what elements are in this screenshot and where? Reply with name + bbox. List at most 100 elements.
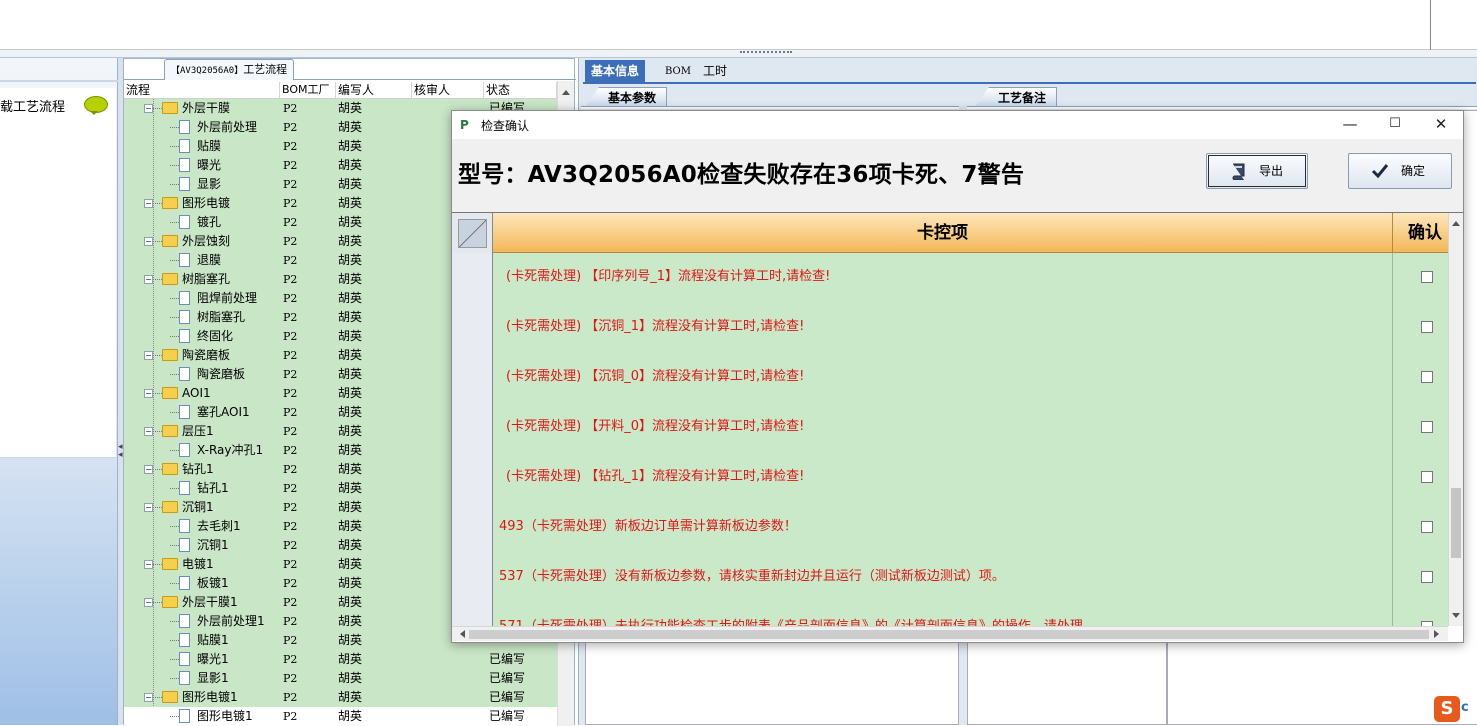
col-flow-header[interactable]: 流程 [124, 82, 280, 98]
tree-row-factory: P2 [283, 292, 298, 305]
tree-row[interactable]: 曝光1 P2 胡英 已编写 [124, 650, 557, 669]
ime-tray[interactable]: S c [1434, 694, 1477, 725]
collapse-toggle[interactable]: − [144, 465, 153, 474]
col-reviewer-header[interactable]: 核审人 [412, 82, 484, 98]
tree-row[interactable]: − 图形电镀1 P2 胡英 已编写 [124, 688, 557, 707]
row-header[interactable] [452, 303, 493, 353]
tree-row-author: 胡英 [338, 158, 363, 172]
tree-row-author: 胡英 [338, 405, 363, 419]
collapse-toggle[interactable]: − [144, 598, 153, 607]
collapse-toggle[interactable]: − [144, 351, 153, 360]
confirm-checkbox[interactable] [1421, 271, 1433, 283]
tree-row[interactable]: 显影1 P2 胡英 已编写 [124, 669, 557, 688]
confirm-checkbox[interactable] [1421, 321, 1433, 333]
collapse-toggle[interactable]: − [144, 199, 153, 208]
tree-row-name: 电镀1 [182, 557, 214, 571]
tree-row-author: 胡英 [338, 557, 363, 571]
tree-row-name: 层压1 [182, 424, 214, 438]
tree-row-author: 胡英 [338, 690, 363, 704]
check-item-row[interactable]: 571（卡死需处理）未执行功能检查工步的附表《产品剖面信息》的《计算剖面信息》的… [452, 603, 1448, 626]
tree-row-name: 终固化 [197, 329, 234, 343]
confirm-checkbox[interactable] [1421, 421, 1433, 433]
check-item-row[interactable]: 493（卡死需处理）新板边订单需计算新板边参数！ [452, 503, 1448, 553]
tree-row-author: 胡英 [338, 443, 363, 457]
col-check-item-header[interactable]: 卡控项 [493, 213, 1393, 253]
check-item-text: 537（卡死需处理）没有新板边参数，请核实重新封边并且运行（测试新板边测试）项。 [493, 553, 1393, 603]
close-button[interactable]: ✕ [1420, 113, 1462, 137]
confirm-cell [1393, 353, 1448, 403]
ime-mode-icon: c [1461, 700, 1469, 715]
row-header[interactable] [452, 453, 493, 503]
select-all-corner[interactable] [452, 213, 493, 253]
check-item-row[interactable]: (卡死需处理) 【沉铜_0】流程没有计算工时,请检查! [452, 353, 1448, 403]
tree-row-factory: P2 [283, 577, 298, 590]
confirm-checkbox[interactable] [1421, 521, 1433, 533]
subtab-basic-params[interactable]: 基本参数 [585, 87, 668, 107]
check-item-text: 493（卡死需处理）新板边订单需计算新板边参数！ [493, 503, 1393, 553]
collapse-toggle[interactable]: − [144, 503, 153, 512]
tree-row-factory: P2 [283, 634, 298, 647]
ok-button[interactable]: 确定 [1348, 153, 1452, 189]
row-header[interactable] [452, 603, 493, 626]
subtab-process-notes[interactable]: 工艺备注 [975, 87, 1058, 107]
document-icon [179, 177, 190, 191]
tree-row-author: 胡英 [338, 633, 363, 647]
confirm-checkbox[interactable] [1421, 371, 1433, 383]
col-confirm-header[interactable]: 确认 [1393, 213, 1448, 253]
left-nav-item[interactable]: 载工艺流程 [0, 88, 116, 458]
tab-bom[interactable]: BOM [659, 60, 697, 84]
tree-row-author: 胡英 [338, 196, 363, 210]
confirm-checkbox[interactable] [1421, 571, 1433, 583]
col-author-header[interactable]: 编写人 [336, 82, 412, 98]
tree-row-author: 胡英 [338, 500, 363, 514]
tree-row-name: 曝光1 [197, 652, 229, 666]
collapse-toggle[interactable]: − [144, 560, 153, 569]
confirm-checkbox[interactable] [1421, 471, 1433, 483]
check-item-row[interactable]: (卡死需处理) 【印序列号_1】流程没有计算工时,请检查! [452, 253, 1448, 303]
grid-body: (卡死需处理) 【印序列号_1】流程没有计算工时,请检查! (卡死需处理) 【沉铜… [452, 253, 1448, 626]
grid-header: 卡控项 确认 [452, 213, 1448, 253]
col-bom-factory-header[interactable]: BOM工厂 [280, 82, 336, 98]
collapse-toggle[interactable]: − [144, 427, 153, 436]
tree-row-author: 胡英 [338, 519, 363, 533]
collapse-toggle[interactable]: − [144, 104, 153, 113]
folder-icon [162, 102, 178, 114]
document-icon [179, 215, 190, 229]
maximize-button[interactable]: ☐ [1374, 113, 1416, 137]
collapse-toggle[interactable]: − [144, 389, 153, 398]
row-header[interactable] [452, 403, 493, 453]
tree-row[interactable]: 图形电镀1 P2 胡英 已编写 [124, 707, 557, 726]
collapse-toggle[interactable]: − [144, 237, 153, 246]
tree-row-author: 胡英 [338, 120, 363, 134]
check-item-text: (卡死需处理) 【沉铜_1】流程没有计算工时,请检查! [493, 303, 1393, 353]
check-item-text: (卡死需处理) 【沉铜_0】流程没有计算工时,请检查! [493, 353, 1393, 403]
book-icon [1232, 163, 1245, 180]
tree-row-author: 胡英 [338, 538, 363, 552]
tree-row-name: 图形电镀1 [197, 709, 253, 723]
tree-row-factory: P2 [283, 368, 298, 381]
grid-vertical-scrollbar[interactable] [1448, 213, 1463, 626]
tree-row-name: 贴膜1 [197, 633, 229, 647]
col-status-header[interactable]: 状态 [484, 82, 557, 98]
sogou-ime-icon[interactable]: S [1434, 696, 1460, 722]
tab-work-hours[interactable]: 工时 [697, 60, 733, 84]
check-item-row[interactable]: (卡死需处理) 【钻孔_1】流程没有计算工时,请检查! [452, 453, 1448, 503]
horizontal-splitter[interactable] [0, 50, 1477, 58]
row-header[interactable] [452, 253, 493, 303]
minimize-button[interactable]: — [1329, 113, 1371, 137]
tree-row-name: 去毛刺1 [197, 519, 241, 533]
check-item-row[interactable]: (卡死需处理) 【开料_0】流程没有计算工时,请检查! [452, 403, 1448, 453]
tab-basic-info[interactable]: 基本信息 [585, 60, 646, 84]
speech-bubble-icon [84, 96, 108, 115]
grid-horizontal-scrollbar[interactable] [452, 626, 1448, 641]
collapse-toggle[interactable]: − [144, 275, 153, 284]
export-button[interactable]: 导出 [1206, 153, 1308, 189]
confirm-cell [1393, 303, 1448, 353]
check-item-row[interactable]: 537（卡死需处理）没有新板边参数，请核实重新封边并且运行（测试新板边测试）项。 [452, 553, 1448, 603]
check-item-row[interactable]: (卡死需处理) 【沉铜_1】流程没有计算工时,请检查! [452, 303, 1448, 353]
tree-row-author: 胡英 [338, 253, 363, 267]
row-header[interactable] [452, 503, 493, 553]
row-header[interactable] [452, 553, 493, 603]
row-header[interactable] [452, 353, 493, 403]
collapse-toggle[interactable]: − [144, 693, 153, 702]
